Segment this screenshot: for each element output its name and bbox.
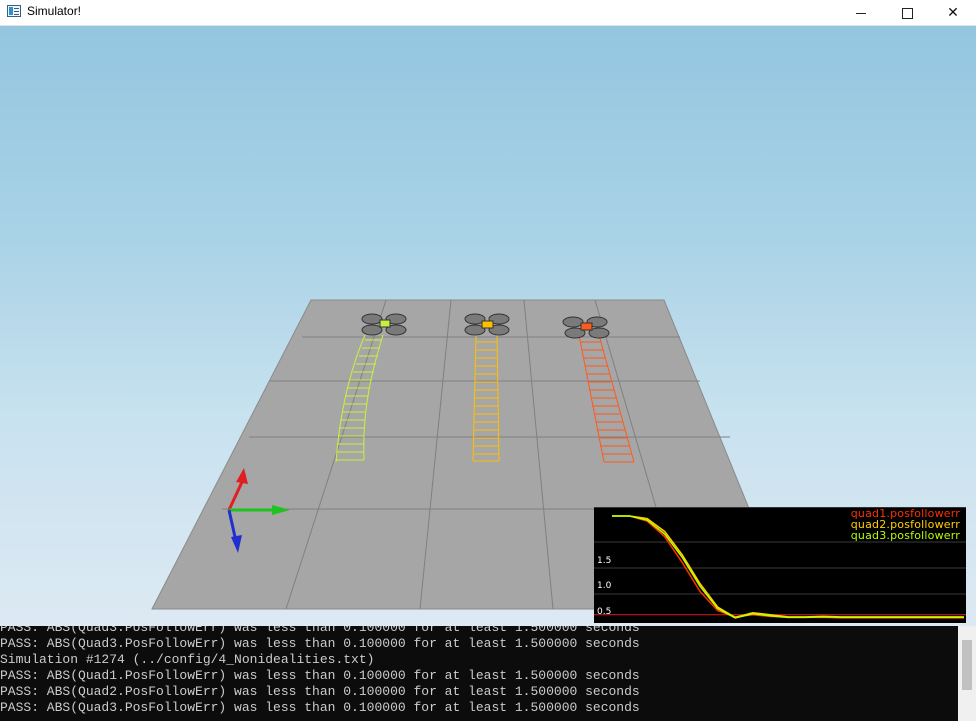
- window-app-icon: [7, 5, 21, 17]
- minimize-icon: [856, 12, 866, 14]
- ytick-0-5: 0.5: [597, 607, 612, 617]
- console-scrollbar[interactable]: [958, 626, 976, 721]
- maximize-button[interactable]: [884, 0, 930, 25]
- error-plot: 1.5 1.0 0.5 quad1.posfollowerr quad2.pos…: [594, 507, 966, 623]
- ytick-1-0: 1.0: [597, 581, 612, 591]
- scrollbar-thumb[interactable]: [962, 640, 972, 690]
- title-bar: Simulator! ✕: [0, 0, 976, 26]
- close-button[interactable]: ✕: [930, 0, 976, 25]
- console-line: PASS: ABS(Quad3.PosFollowErr) was less t…: [0, 700, 640, 715]
- ytick-1-5: 1.5: [597, 556, 612, 566]
- plot-legend: quad1.posfollowerr quad2.posfollowerr qu…: [851, 508, 960, 541]
- console-line: PASS: ABS(Quad1.PosFollowErr) was less t…: [0, 668, 640, 683]
- minimize-button[interactable]: [838, 0, 884, 25]
- console-line: Simulation #1274 (../config/4_Nonidealit…: [0, 652, 375, 667]
- maximize-icon: [901, 7, 913, 19]
- legend-quad3: quad3.posfollowerr: [850, 529, 960, 542]
- console-line: PASS: ABS(Quad3.PosFollowErr) was less t…: [0, 626, 640, 635]
- close-icon: ✕: [947, 4, 959, 20]
- console-line: PASS: ABS(Quad3.PosFollowErr) was less t…: [0, 636, 640, 651]
- window-title: Simulator!: [27, 4, 82, 18]
- console-line: PASS: ABS(Quad2.PosFollowErr) was less t…: [0, 684, 640, 699]
- simulation-viewport[interactable]: 1.5 1.0 0.5 quad1.posfollowerr quad2.pos…: [0, 26, 976, 626]
- console-output: PASS: ABS(Quad3.PosFollowErr) was less t…: [0, 626, 958, 721]
